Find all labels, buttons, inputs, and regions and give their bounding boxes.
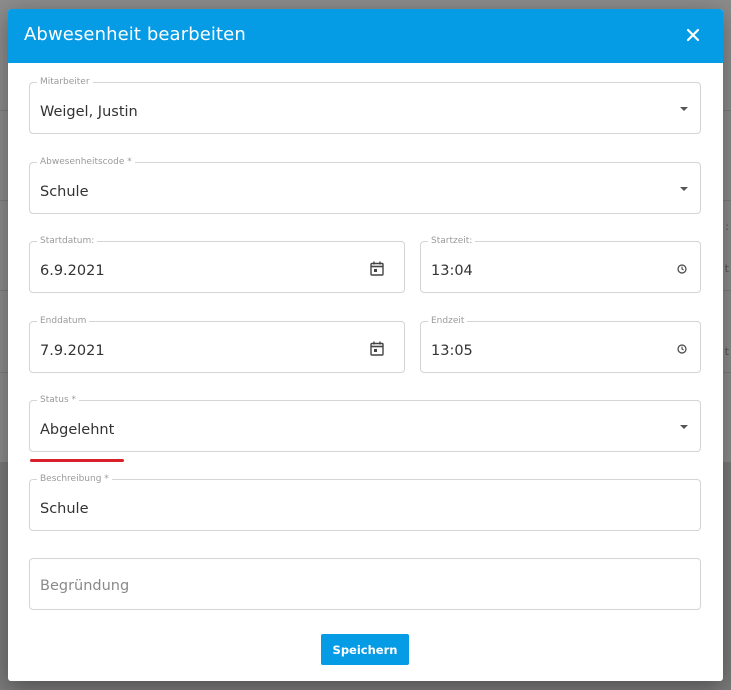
start-date-label: Startdatum: [37,235,98,247]
status-value: Abgelehnt [40,422,115,438]
start-date-value: 6.9.2021 [40,263,105,279]
start-date-field[interactable]: Startdatum: 6.9.2021 [29,235,405,293]
employee-value: Weigel, Justin [40,104,138,120]
absence-code-label: Abwesenheitscode * [37,156,135,168]
reason-field[interactable]: Begründung [29,558,701,610]
absence-code-select[interactable]: Abwesenheitscode * Schule [29,156,701,214]
end-date-label: Enddatum [37,315,90,327]
calendar-icon[interactable] [370,341,384,356]
dropdown-arrow-icon [680,107,688,111]
start-time-field[interactable]: Startzeit: 13:04 [420,235,701,293]
background-text-fragment: t [724,345,729,358]
edit-absence-dialog: Abwesenheit bearbeiten Mitarbeiter Weige… [8,9,723,681]
end-date-value: 7.9.2021 [40,343,105,359]
dropdown-arrow-icon [680,187,688,191]
description-value: Schule [40,501,89,517]
start-time-label: Startzeit: [428,235,476,247]
calendar-icon[interactable] [370,261,384,276]
clock-icon[interactable] [677,344,687,354]
background-text-fragment: : [725,220,729,233]
clock-icon[interactable] [677,264,687,274]
start-time-value: 13:04 [431,263,473,279]
end-time-field[interactable]: Endzeit 13:05 [420,315,701,373]
end-time-value: 13:05 [431,343,473,359]
background-text-fragment: t [724,262,729,275]
end-date-field[interactable]: Enddatum 7.9.2021 [29,315,405,373]
description-label: Beschreibung * [37,473,112,485]
employee-select[interactable]: Mitarbeiter Weigel, Justin [29,76,701,134]
save-button[interactable]: Speichern [321,634,409,665]
description-field[interactable]: Beschreibung * Schule [29,473,701,531]
dropdown-arrow-icon [680,425,688,429]
close-icon [686,28,700,42]
dialog-header: Abwesenheit bearbeiten [8,9,723,63]
close-button[interactable] [679,21,707,49]
status-label: Status * [37,394,80,406]
status-red-underline [30,459,124,462]
employee-label: Mitarbeiter [37,76,93,88]
dialog-title: Abwesenheit bearbeiten [24,24,246,45]
status-select[interactable]: Status * Abgelehnt [29,394,701,452]
reason-placeholder: Begründung [40,578,130,594]
absence-code-value: Schule [40,184,89,200]
end-time-label: Endzeit [428,315,468,327]
